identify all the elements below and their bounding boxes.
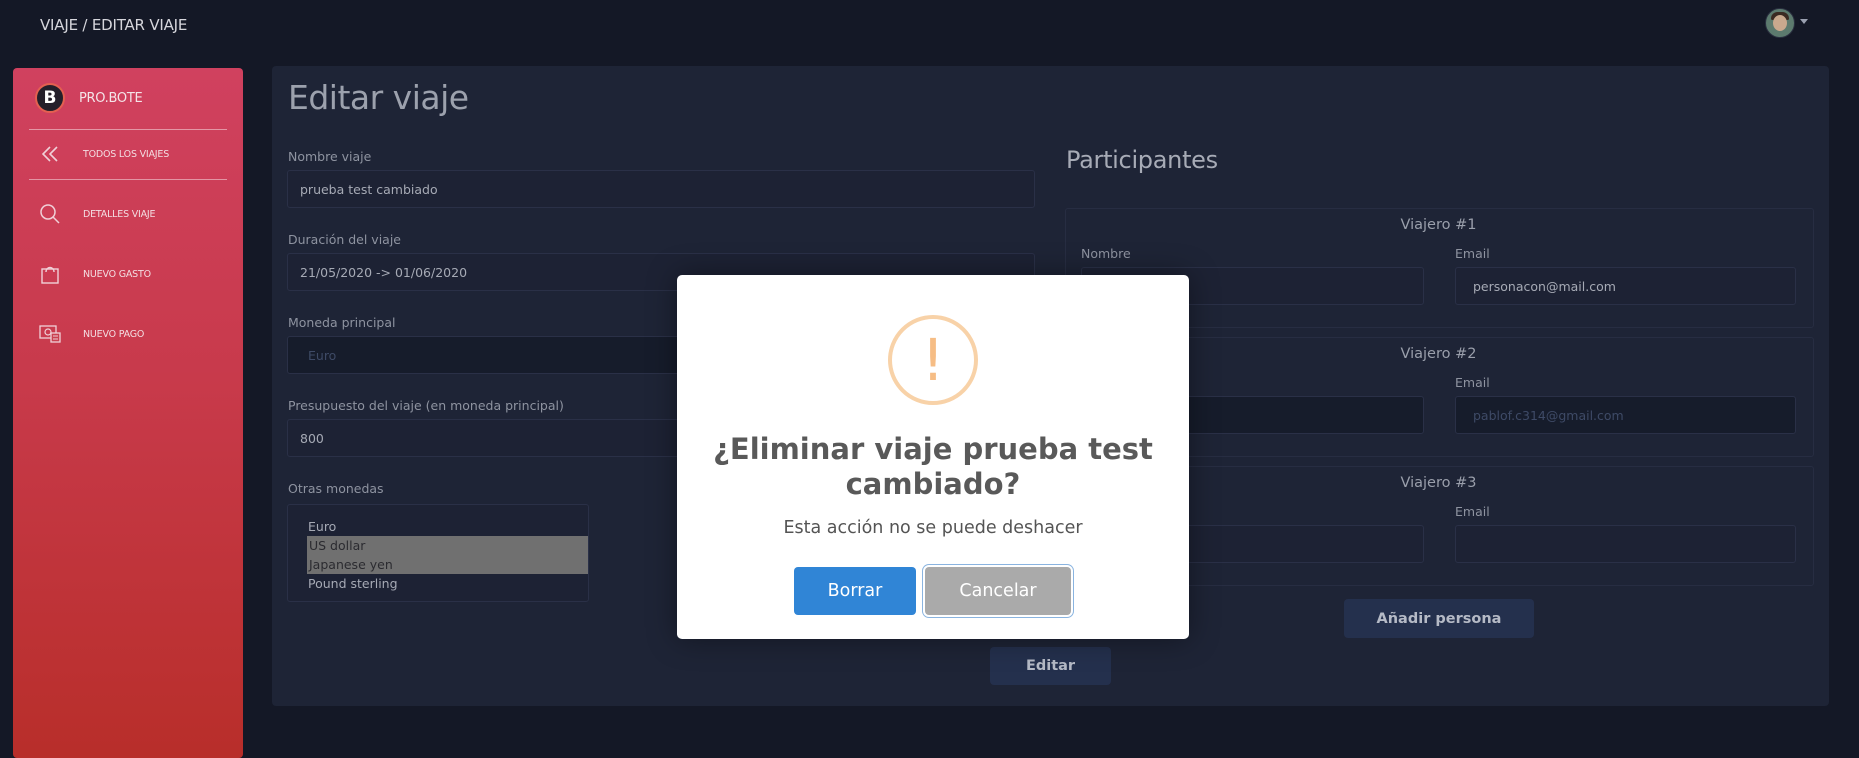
modal-text: Esta acción no se puede deshacer xyxy=(783,518,1083,538)
cancel-button[interactable]: Cancelar xyxy=(925,567,1071,615)
confirm-delete-modal: ! ¿Eliminar viaje prueba test cambiado? … xyxy=(677,275,1189,639)
modal-title: ¿Eliminar viaje prueba test cambiado? xyxy=(713,432,1153,501)
exclamation-icon: ! xyxy=(888,315,978,405)
delete-button[interactable]: Borrar xyxy=(794,567,916,615)
